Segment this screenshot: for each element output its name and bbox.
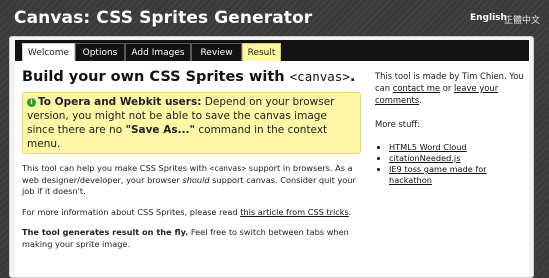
more-stuff-list: HTML5 Word Cloud citationNeeded.js IE9 t… xyxy=(375,142,525,186)
notice-title: To Opera and Webkit users: xyxy=(38,96,202,108)
on-the-fly-paragraph: The tool generates result on the fly. Fe… xyxy=(22,227,349,249)
language-english-link[interactable]: English xyxy=(470,13,507,23)
site-title: Canvas: CSS Sprites Generator xyxy=(14,8,313,28)
tab-result[interactable]: Result xyxy=(242,43,281,61)
welcome-panel: Build your own CSS Sprites with <canvas>… xyxy=(15,61,529,277)
author-note: This tool is made by Tim Chien. You can … xyxy=(375,71,524,105)
page-heading: Build your own CSS Sprites with <canvas>… xyxy=(22,69,356,85)
info-paragraph: For more information about CSS Sprites, … xyxy=(22,206,352,217)
list-item: HTML5 Word Cloud xyxy=(389,142,525,153)
tab-welcome[interactable]: Welcome xyxy=(22,43,75,62)
tab-options[interactable]: Options xyxy=(75,43,125,61)
css-tricks-link[interactable]: this article from CSS tricks xyxy=(240,207,349,217)
list-item: citationNeeded.js xyxy=(389,153,525,164)
heading-code: <canvas> xyxy=(289,69,350,84)
browser-notice: i To Opera and Webkit users: Depend on yo… xyxy=(22,92,361,154)
tab-add-images[interactable]: Add Images xyxy=(125,43,191,61)
sidebar: This tool is made by Tim Chien. You can … xyxy=(375,70,525,186)
app-frame: Welcome Options Add Images Review Result… xyxy=(9,36,534,278)
info-icon: i xyxy=(27,98,36,107)
intro-paragraph: This tool can help you make CSS Sprites … xyxy=(22,163,356,196)
tab-bar: Welcome Options Add Images Review Result xyxy=(15,40,529,62)
list-item: IE9 toss game made for hackathon xyxy=(389,164,525,186)
contact-me-link[interactable]: contact me xyxy=(393,83,440,93)
html5-word-cloud-link[interactable]: HTML5 Word Cloud xyxy=(389,142,467,152)
main-content: Build your own CSS Sprites with <canvas>… xyxy=(22,69,361,250)
more-stuff-label: More stuff: xyxy=(375,119,420,129)
tab-review[interactable]: Review xyxy=(191,43,242,61)
language-chinese-link[interactable]: 正體中文 xyxy=(504,13,540,26)
citation-needed-link[interactable]: citationNeeded.js xyxy=(389,153,460,163)
ie9-toss-game-link[interactable]: IE9 toss game made for hackathon xyxy=(389,164,487,185)
